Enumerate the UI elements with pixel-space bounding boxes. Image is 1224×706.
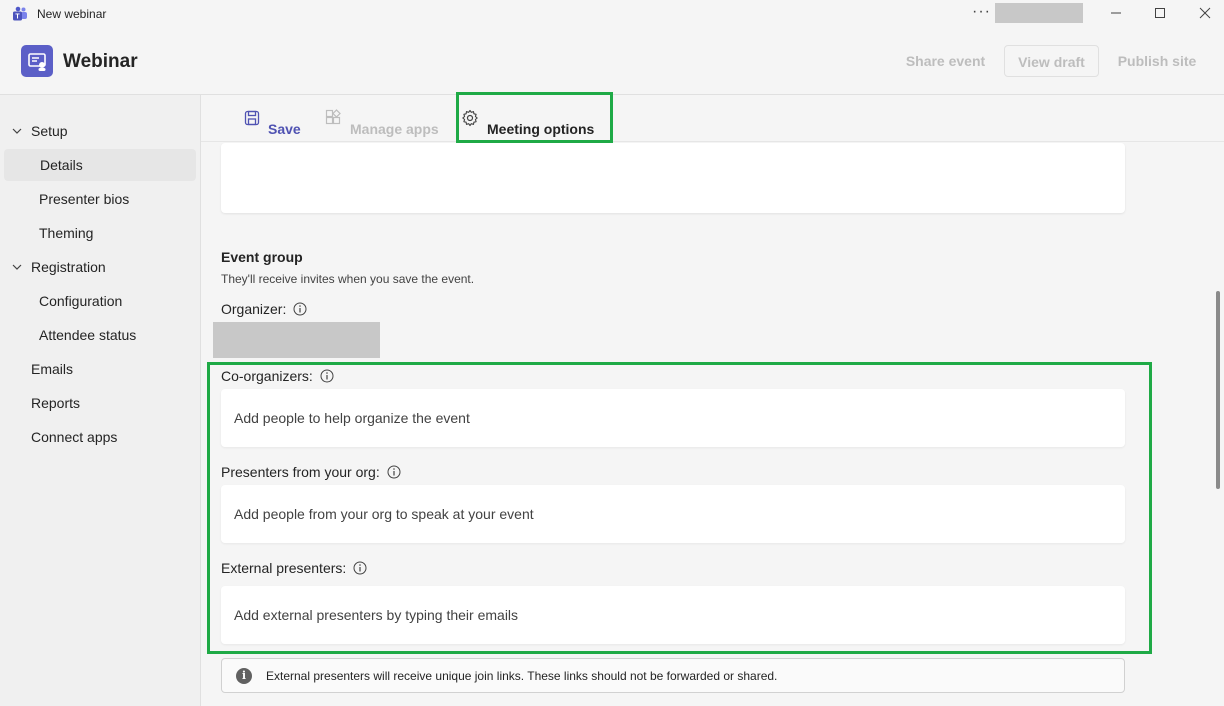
sidebar-item-label: Presenter bios — [39, 191, 130, 207]
meeting-options-button[interactable]: Meeting options — [461, 107, 596, 137]
page-title: Webinar — [63, 51, 138, 72]
svg-text:T: T — [15, 14, 20, 21]
sidebar-item-registration[interactable]: Registration — [4, 251, 196, 283]
window-title: New webinar — [37, 7, 107, 21]
apps-icon — [325, 109, 341, 125]
info-icon[interactable] — [387, 465, 401, 479]
share-event-button[interactable]: Share event — [897, 45, 994, 77]
info-filled-icon: i — [236, 668, 252, 684]
organizer-label-text: Organizer: — [221, 301, 287, 317]
meeting-options-label: Meeting options — [487, 121, 595, 137]
sidebar-item-label: Theming — [39, 225, 94, 241]
window-title-bar: T New webinar ··· — [0, 0, 1224, 27]
sidebar-item-label: Setup — [31, 123, 68, 139]
external-presenters-notice: i External presenters will receive uniqu… — [221, 658, 1125, 693]
main-content: Save Manage apps Meeting options Event g… — [201, 95, 1224, 706]
sidebar-item-label: Reports — [31, 395, 81, 411]
gear-icon — [462, 109, 478, 127]
presenters-label-text: Presenters from your org: — [221, 464, 380, 480]
external-presenters-label: External presenters: — [221, 560, 367, 576]
publish-site-button[interactable]: Publish site — [1110, 45, 1204, 77]
organizer-avatar — [213, 322, 380, 358]
sidebar-nav: Setup Details Presenter bios Theming Reg… — [0, 95, 201, 706]
save-button[interactable]: Save — [243, 107, 303, 137]
chevron-down-icon — [12, 128, 22, 134]
sidebar-item-theming[interactable]: Theming — [4, 217, 196, 249]
sidebar-item-reports[interactable]: Reports — [4, 387, 196, 419]
info-icon[interactable] — [293, 302, 307, 316]
sidebar-item-label: Configuration — [39, 293, 123, 309]
external-presenters-input[interactable]: Add external presenters by typing their … — [221, 586, 1125, 644]
event-group-title: Event group — [221, 249, 303, 265]
sidebar-item-label: Attendee status — [39, 327, 137, 343]
sidebar-item-label: Registration — [31, 259, 106, 275]
account-avatar[interactable] — [995, 3, 1083, 23]
toolbar: Save Manage apps Meeting options — [201, 95, 1224, 142]
co-organizers-label-text: Co-organizers: — [221, 368, 313, 384]
sidebar-item-details[interactable]: Details — [4, 149, 196, 181]
notice-text: External presenters will receive unique … — [266, 669, 778, 683]
scrollbar[interactable] — [1216, 291, 1220, 489]
webinar-header: Webinar Share event View draft Publish s… — [0, 27, 1224, 95]
teams-app-icon: T — [13, 6, 27, 21]
webinar-logo-icon — [21, 45, 53, 77]
sidebar-item-label: Connect apps — [31, 429, 118, 445]
sidebar-item-presenter-bios[interactable]: Presenter bios — [4, 183, 196, 215]
organizer-label: Organizer: — [221, 301, 307, 317]
info-icon[interactable] — [320, 369, 334, 383]
external-presenters-label-text: External presenters: — [221, 560, 347, 576]
chevron-down-icon — [12, 264, 22, 270]
minimize-icon[interactable] — [1106, 4, 1126, 22]
more-options-icon[interactable]: ··· — [972, 3, 991, 21]
sidebar-item-configuration[interactable]: Configuration — [4, 285, 196, 317]
maximize-icon[interactable] — [1150, 4, 1170, 22]
event-group-subtitle: They'll receive invites when you save th… — [221, 272, 475, 286]
sidebar-item-attendee-status[interactable]: Attendee status — [4, 319, 196, 351]
sidebar-item-setup[interactable]: Setup — [4, 115, 196, 147]
sidebar-item-label: Details — [40, 157, 83, 173]
save-label: Save — [268, 121, 301, 137]
info-icon[interactable] — [353, 561, 367, 575]
co-organizers-label: Co-organizers: — [221, 368, 334, 384]
description-card — [221, 143, 1125, 213]
sidebar-item-connect-apps[interactable]: Connect apps — [4, 421, 196, 453]
manage-apps-button[interactable]: Manage apps — [324, 107, 439, 137]
view-draft-button[interactable]: View draft — [1004, 45, 1099, 77]
sidebar-item-emails[interactable]: Emails — [4, 353, 196, 385]
manage-apps-label: Manage apps — [350, 121, 439, 137]
co-organizers-input[interactable]: Add people to help organize the event — [221, 389, 1125, 447]
sidebar-item-label: Emails — [31, 361, 74, 377]
presenters-label: Presenters from your org: — [221, 464, 401, 480]
save-icon — [244, 110, 260, 126]
close-icon[interactable] — [1195, 4, 1215, 22]
presenters-input[interactable]: Add people from your org to speak at you… — [221, 485, 1125, 543]
